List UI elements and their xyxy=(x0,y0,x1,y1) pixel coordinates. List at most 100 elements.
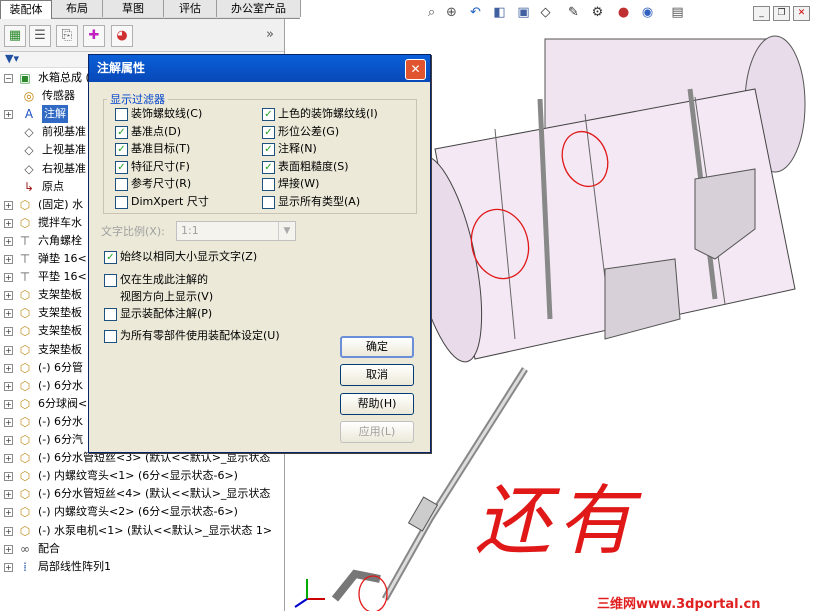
expand-toggle-icon[interactable]: + xyxy=(4,327,13,337)
tree-item-label: 前视基准 xyxy=(42,125,86,139)
tree-item-label: 平垫 16< xyxy=(38,270,87,284)
zoom-to-area-icon[interactable]: ⊕ xyxy=(444,5,459,20)
configurationmanager-icon[interactable]: ⎘ xyxy=(56,25,78,47)
tree-item[interactable]: + ∞ 配合 xyxy=(0,540,284,558)
expand-toggle-icon[interactable]: + xyxy=(4,526,13,536)
expand-toggle-icon[interactable]: + xyxy=(4,255,13,264)
tree-item-label: 支架垫板 xyxy=(38,324,82,338)
expand-toggle-icon[interactable]: + xyxy=(4,309,13,319)
tree-item-label: (-) 6分水 xyxy=(38,414,84,428)
part-icon: ⬡ xyxy=(19,433,31,447)
tree-item-label: 局部线性阵列1 xyxy=(38,559,111,573)
plane-icon: ◇ xyxy=(24,161,34,176)
display-option-label: 仅在生成此注解的 xyxy=(120,273,208,286)
expand-toggle-icon[interactable]: + xyxy=(4,200,13,210)
expand-toggle-icon[interactable]: + xyxy=(4,544,13,554)
part-icon: ⬡ xyxy=(19,288,31,303)
tree-item-label: 支架垫板 xyxy=(38,342,82,356)
expand-panel-icon[interactable]: » xyxy=(266,27,274,42)
bolt-icon: ⊤ xyxy=(19,270,31,285)
tree-item-label: (-) 6分汽 xyxy=(38,433,84,446)
display-option-label: 为所有零部件使用装配体设定(U) xyxy=(120,329,280,342)
tree-item-label: (固定) 水 xyxy=(38,197,84,211)
display-option-label: 显示装配体注解(P) xyxy=(120,307,213,320)
section-view-icon[interactable]: ◧ xyxy=(492,5,507,20)
expand-toggle-icon[interactable]: + xyxy=(4,472,13,482)
origin-icon: ↳ xyxy=(23,179,35,194)
previous-view-icon[interactable]: ↶ xyxy=(468,5,483,20)
propertymanager-icon[interactable]: ☰ xyxy=(29,25,51,47)
expand-toggle-icon[interactable]: + xyxy=(4,490,13,500)
zoom-to-fit-icon[interactable]: ⌕ xyxy=(424,5,439,20)
tree-item[interactable]: + ⁞ 局部线性阵列1 xyxy=(0,558,284,576)
expand-toggle-icon[interactable]: + xyxy=(4,291,13,301)
view-orientation-icon[interactable]: ▣ xyxy=(516,5,531,20)
tree-item-label: (-) 水泵电机<1> (默认<<默认>_显示状态 1> xyxy=(38,523,273,537)
featuremanager-tree-icon[interactable]: ▦ xyxy=(4,25,26,47)
tree-item[interactable]: + ⬡ (-) 内螺纹弯头<1> (6分<显示状态-6>) xyxy=(0,467,284,485)
tree-item-label: 右视基准 xyxy=(42,161,86,175)
coordinate-triad xyxy=(294,579,325,608)
part-icon: ⬡ xyxy=(19,396,31,411)
display-option-checkbox[interactable] xyxy=(104,308,117,321)
expand-toggle-icon[interactable]: + xyxy=(4,381,13,391)
tree-item-label: 水箱总成 ( xyxy=(38,71,90,84)
tab-sketch[interactable]: 草图 xyxy=(103,0,164,17)
tree-item-label: 支架垫板 xyxy=(38,306,82,320)
dimxpert-icon[interactable]: ✚ xyxy=(83,25,105,47)
tree-item-label: 注解 xyxy=(42,105,68,124)
expand-toggle-icon[interactable]: + xyxy=(4,562,13,572)
tree-item-label: 支架垫板 xyxy=(38,288,82,302)
expand-toggle-icon[interactable]: + xyxy=(4,236,13,246)
hide-show-icon[interactable]: ✎ xyxy=(566,5,581,20)
tree-item[interactable]: + ⬡ (-) 内螺纹弯头<2> (6分<显示状态-6>) xyxy=(0,503,284,521)
tree-item-label: 上视基准 xyxy=(42,143,86,157)
expand-toggle-icon[interactable]: + xyxy=(4,417,13,427)
tree-item[interactable]: + ⬡ (-) 水泵电机<1> (默认<<默认>_显示状态 1> xyxy=(0,522,284,540)
display-option-label-line2: 视图方向上显示(V) xyxy=(120,290,214,303)
part-icon: ⬡ xyxy=(19,523,31,538)
tree-item-label: 原点 xyxy=(42,179,64,193)
expand-toggle-icon[interactable]: + xyxy=(4,436,13,445)
tab-evaluate[interactable]: 评估 xyxy=(164,0,217,17)
expand-toggle-icon[interactable]: + xyxy=(4,345,13,355)
display-option-label: 始终以相同大小显示文字(Z) xyxy=(120,250,258,263)
display-option-checkbox[interactable] xyxy=(104,274,117,287)
tree-item-label: (-) 6分水 xyxy=(38,378,84,392)
annotation-properties-dialog: 注解属性 ✕ 显示过滤器 装饰螺蚊线(C) ✓ 基准点(D) ✓ 基准目标(T) ✓ 特征尺… xyxy=(88,54,431,453)
expand-toggle-icon[interactable]: + xyxy=(4,363,13,373)
ok-button[interactable]: 确定 xyxy=(340,336,414,358)
apply-scene-icon[interactable]: ● xyxy=(616,5,631,20)
display-manager-icon[interactable]: ◕ xyxy=(111,25,133,47)
part-icon: ⬡ xyxy=(19,360,31,375)
expand-toggle-icon[interactable]: + xyxy=(4,508,13,518)
expand-toggle-icon[interactable]: + xyxy=(4,110,13,120)
display-style-icon[interactable]: ◇ xyxy=(538,5,553,20)
scene-icon[interactable]: ◉ xyxy=(640,5,655,20)
expand-toggle-icon[interactable]: − xyxy=(4,74,13,83)
watermark: 三维网www.3dportal.cn xyxy=(597,597,761,612)
filter-icon[interactable]: ▼▾ xyxy=(5,52,19,65)
expand-toggle-icon[interactable]: + xyxy=(4,218,13,228)
expand-toggle-icon[interactable]: + xyxy=(4,273,13,283)
part-icon: ⬡ xyxy=(19,197,31,212)
cancel-button[interactable]: 取消 xyxy=(340,364,414,386)
part-icon: ⬡ xyxy=(19,487,31,502)
tree-item[interactable]: + ⬡ (-) 6分水管短丝<4> (默认<<默认>_显示状态 xyxy=(0,485,284,503)
display-option-checkbox[interactable] xyxy=(104,330,117,343)
display-option-checkbox[interactable]: ✓ xyxy=(104,251,117,264)
expand-toggle-icon[interactable]: + xyxy=(4,454,13,464)
tree-item-label: 传感器 xyxy=(42,89,75,103)
help-button[interactable]: 帮助(H) xyxy=(340,393,414,415)
part-icon: ⬡ xyxy=(19,378,31,393)
edit-appearance-icon[interactable]: ⚙ xyxy=(590,5,605,20)
tab-office-products[interactable]: 办公室产品 xyxy=(217,0,301,17)
plane-icon: ◇ xyxy=(24,125,34,140)
tab-assembly[interactable]: 装配体 xyxy=(0,0,52,19)
view-settings-icon[interactable]: ▤ xyxy=(670,5,685,20)
tree-item-label: 搅拌车水 xyxy=(38,215,82,229)
expand-toggle-icon[interactable]: + xyxy=(4,399,13,409)
apply-button[interactable]: 应用(L) xyxy=(340,421,414,443)
feature-manager-toolbar: ▦ ☰ ⎘ ✚ ◕ » xyxy=(0,19,284,52)
tab-layout[interactable]: 布局 xyxy=(52,0,103,17)
